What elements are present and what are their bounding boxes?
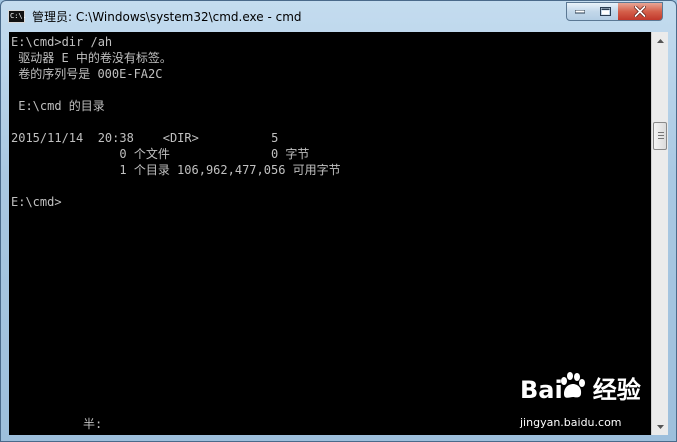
console-line: 1 个目录 106,962,477,056 可用字节 [11, 163, 341, 177]
paw-icon [561, 372, 585, 398]
minimize-icon [574, 9, 585, 13]
console-line: E:\cmd>dir /ah [11, 35, 113, 49]
console-line: 驱动器 E 中的卷没有标签。 [11, 51, 172, 65]
close-button[interactable] [618, 2, 663, 21]
arrow-down-icon [656, 424, 664, 429]
thumb-grip [658, 135, 664, 136]
window-title: 管理员: C:\Windows\system32\cmd.exe - cmd [32, 10, 302, 24]
title-bar[interactable]: C:\. 管理员: C:\Windows\system32\cmd.exe - … [1, 1, 676, 32]
ime-status-indicator: 半: [83, 417, 103, 431]
watermark-brand-left: Bai [520, 376, 563, 404]
maximize-button[interactable] [592, 2, 619, 21]
close-icon [634, 6, 646, 17]
scroll-thumb[interactable] [653, 122, 667, 150]
watermark-url: jingyan.baidu.com [520, 416, 622, 429]
vertical-scrollbar[interactable] [651, 32, 668, 435]
baidu-watermark: Bai 经验 jingyan.baidu.com [520, 368, 650, 434]
cmd-app-icon[interactable]: C:\. [8, 10, 27, 23]
scroll-up-button[interactable] [652, 32, 668, 49]
maximize-icon [599, 7, 611, 16]
thumb-grip [658, 138, 664, 139]
console-prompt: E:\cmd> [11, 195, 62, 209]
watermark-brand-right: 经验 [592, 376, 641, 404]
thumb-grip [658, 132, 664, 133]
scroll-down-button[interactable] [652, 418, 668, 435]
console-line: 2015/11/14 20:38 <DIR> 5 [11, 131, 279, 145]
minimize-button[interactable] [566, 2, 593, 21]
console-line: E:\cmd 的目录 [11, 99, 105, 113]
console-line: 0 个文件 0 字节 [11, 147, 310, 161]
arrow-up-icon [656, 38, 664, 43]
console-line: 卷的序列号是 000E-FA2C [11, 67, 163, 81]
